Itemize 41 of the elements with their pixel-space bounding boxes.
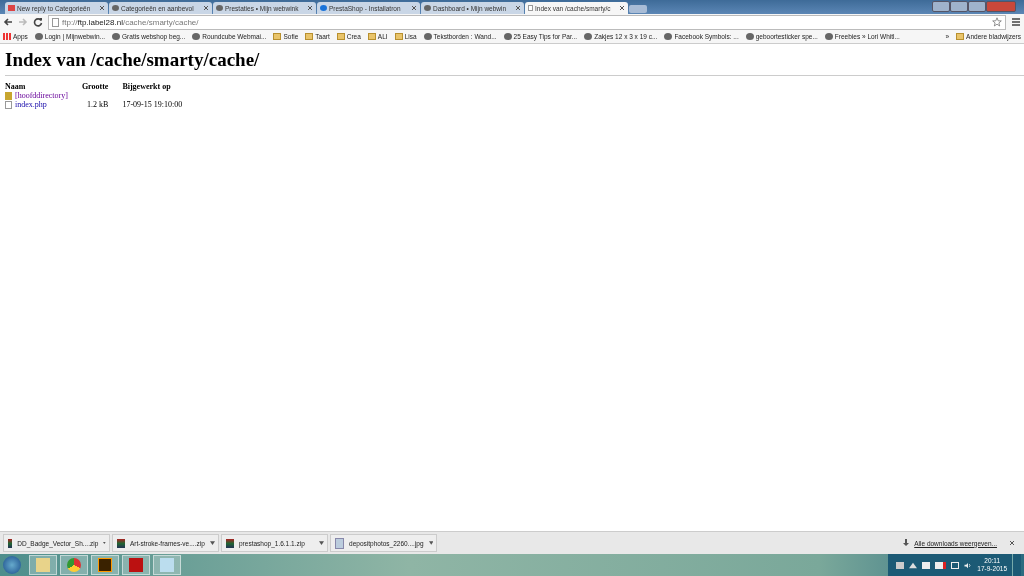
column-header: Bijgewerkt op xyxy=(122,82,172,91)
caret-icon[interactable] xyxy=(428,541,433,545)
back-arrow-icon[interactable] xyxy=(3,17,13,27)
speaker-icon[interactable] xyxy=(964,561,973,569)
close-icon[interactable] xyxy=(307,5,313,11)
close-icon[interactable] xyxy=(411,5,417,11)
archive-icon xyxy=(117,538,125,548)
up-caret-icon[interactable] xyxy=(909,561,918,569)
directory-link[interactable]: [hoofddirectory] xyxy=(15,91,68,100)
download-icon xyxy=(903,539,910,547)
close-icon[interactable] xyxy=(1009,540,1015,546)
circle-icon xyxy=(320,5,327,11)
page-icon xyxy=(528,5,533,11)
address-field[interactable]: ftp://ftp.label28.nl/cache/smarty/cache/ xyxy=(48,14,1006,30)
minimize-button[interactable] xyxy=(950,1,968,12)
close-icon[interactable] xyxy=(515,5,521,11)
close-icon[interactable] xyxy=(99,5,105,11)
caret-icon[interactable] xyxy=(319,541,324,545)
maximize-button[interactable] xyxy=(968,1,986,12)
apps-grid-icon xyxy=(3,33,11,40)
column-header: Naam xyxy=(5,82,82,91)
reload-icon[interactable] xyxy=(33,17,43,27)
url-text: ftp://ftp.label28.nl/cache/smarty/cache/ xyxy=(62,17,200,27)
file-size: 1.2 kB xyxy=(87,100,109,109)
modified-date: 17-09-15 19:10:00 xyxy=(122,100,183,109)
caret-icon[interactable] xyxy=(103,541,106,545)
archive-icon xyxy=(226,538,234,548)
page-heading: Index van /cache/smarty/cache/ xyxy=(5,49,261,71)
close-icon[interactable] xyxy=(203,5,209,11)
archive-icon xyxy=(8,538,13,548)
start-button[interactable] xyxy=(3,556,21,574)
star-icon[interactable] xyxy=(992,17,1002,27)
column-header: Grootte xyxy=(81,82,123,91)
menu-icon[interactable] xyxy=(1011,17,1021,27)
image-file-icon xyxy=(335,537,345,549)
close-icon[interactable] xyxy=(619,5,625,11)
caret-icon[interactable] xyxy=(210,541,215,545)
page-icon xyxy=(52,17,59,27)
file-icon xyxy=(5,100,12,109)
folder-up-icon xyxy=(5,91,12,100)
file-link[interactable]: index.php xyxy=(15,100,47,109)
